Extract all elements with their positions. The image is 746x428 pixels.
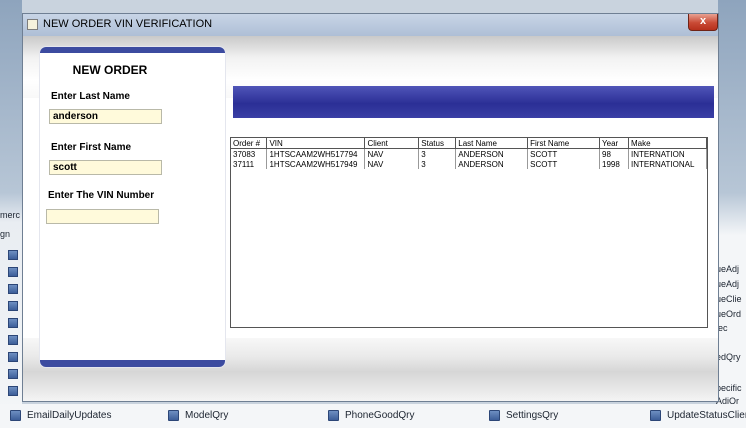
year-cell: 1998 — [599, 159, 629, 169]
query-icon — [489, 410, 500, 421]
query-item[interactable]: ModelQry — [168, 410, 228, 421]
column-header[interactable]: Year — [599, 138, 629, 149]
results-header-row: Order # VIN Client Status Last Name Firs… — [231, 138, 708, 149]
column-header[interactable]: Make — [628, 138, 708, 149]
query-item[interactable]: SettingsQry — [489, 410, 558, 421]
background-right-strip — [718, 0, 746, 428]
form-icon — [27, 19, 38, 30]
query-item-label: ModelQry — [185, 410, 229, 421]
column-header[interactable]: VIN — [266, 138, 366, 149]
vin-field[interactable] — [46, 209, 159, 224]
column-header[interactable]: Last Name — [455, 138, 529, 149]
column-header[interactable]: Client — [364, 138, 420, 149]
query-icon — [650, 410, 661, 421]
query-item-label: SettingsQry — [506, 410, 559, 421]
column-header[interactable]: Order # — [231, 138, 268, 149]
query-icon — [8, 250, 18, 260]
last-name-cell: ANDERSON — [455, 159, 529, 169]
query-icon — [328, 410, 339, 421]
make-cell: INTERNATIONAL — [628, 159, 708, 169]
query-item-label: UpdateStatusClient — [667, 410, 746, 421]
last-name-cell: ANDERSON — [455, 148, 529, 159]
panel-title: NEW ORDER — [72, 63, 148, 77]
results-table: Order # VIN Client Status Last Name Firs… — [231, 138, 708, 169]
query-icon — [168, 410, 179, 421]
query-item[interactable]: EmailDailyUpdates — [10, 410, 111, 421]
background-right-item[interactable]: pecific — [716, 383, 742, 393]
panel-bottom-cap — [40, 360, 225, 367]
query-item-label: PhoneGoodQry — [345, 410, 415, 421]
column-header[interactable]: Status — [418, 138, 457, 149]
client-cell: NAV — [364, 159, 420, 169]
first-name-field[interactable] — [49, 160, 162, 175]
make-cell: INTERNATION — [628, 148, 708, 159]
result-row[interactable]: 37111 1HTSCAAM2WH517949 NAV 3 ANDERSON S… — [231, 159, 708, 169]
vin-cell: 1HTSCAAM2WH517794 — [266, 148, 366, 159]
order-number-cell: 37083 — [231, 148, 268, 159]
query-icon — [8, 301, 18, 311]
results-list[interactable]: Order # VIN Client Status Last Name Firs… — [230, 137, 708, 328]
first-name-cell: SCOTT — [527, 148, 601, 159]
query-item[interactable]: UpdateStatusClient — [650, 410, 746, 421]
query-item-label: EmailDailyUpdates — [27, 410, 112, 421]
background-right-item[interactable]: ueAdj — [716, 264, 739, 274]
column-header[interactable]: First Name — [527, 138, 601, 149]
background-left-fragment: merc — [0, 210, 20, 220]
header-bar — [233, 86, 714, 118]
vin-cell: 1HTSCAAM2WH517949 — [266, 159, 366, 169]
panel-top-cap — [40, 47, 225, 53]
new-order-panel: NEW ORDER Enter Last Name Enter First Na… — [40, 47, 225, 367]
result-row[interactable]: 37083 1HTSCAAM2WH517794 NAV 3 ANDERSON S… — [231, 148, 708, 159]
query-icon — [8, 284, 18, 294]
last-name-label: Enter Last Name — [51, 91, 130, 102]
first-name-label: Enter First Name — [51, 142, 132, 153]
query-icon — [8, 352, 18, 362]
query-icon — [8, 369, 18, 379]
client-cell: NAV — [364, 148, 420, 159]
background-right-item[interactable]: ueClie — [716, 294, 742, 304]
vin-label: Enter The VIN Number — [48, 190, 155, 201]
query-icon — [8, 386, 18, 396]
query-icon — [8, 318, 18, 328]
form-body: NEW ORDER Enter Last Name Enter First Na… — [23, 36, 718, 401]
first-name-cell: SCOTT — [527, 159, 601, 169]
year-cell: 98 — [599, 148, 629, 159]
last-name-field[interactable] — [49, 109, 162, 124]
order-number-cell: 37111 — [231, 159, 268, 169]
query-item[interactable]: PhoneGoodQry — [328, 410, 415, 421]
query-icon — [8, 335, 18, 345]
vin-verification-dialog: NEW ORDER VIN VERIFICATION x NEW ORDER E… — [22, 13, 719, 402]
query-icon — [8, 267, 18, 277]
background-right-item[interactable]: ueOrd — [716, 309, 741, 319]
query-icon — [10, 410, 21, 421]
title-bar[interactable]: NEW ORDER VIN VERIFICATION x — [23, 14, 718, 36]
background-right-item[interactable]: edQry — [716, 352, 741, 362]
window-title: NEW ORDER VIN VERIFICATION — [43, 18, 213, 30]
status-cell: 3 — [418, 148, 457, 159]
background-left-fragment: gn — [0, 229, 11, 239]
status-cell: 3 — [418, 159, 457, 169]
background-right-item[interactable]: ueAdj — [716, 279, 739, 289]
close-button[interactable]: x — [688, 14, 718, 31]
